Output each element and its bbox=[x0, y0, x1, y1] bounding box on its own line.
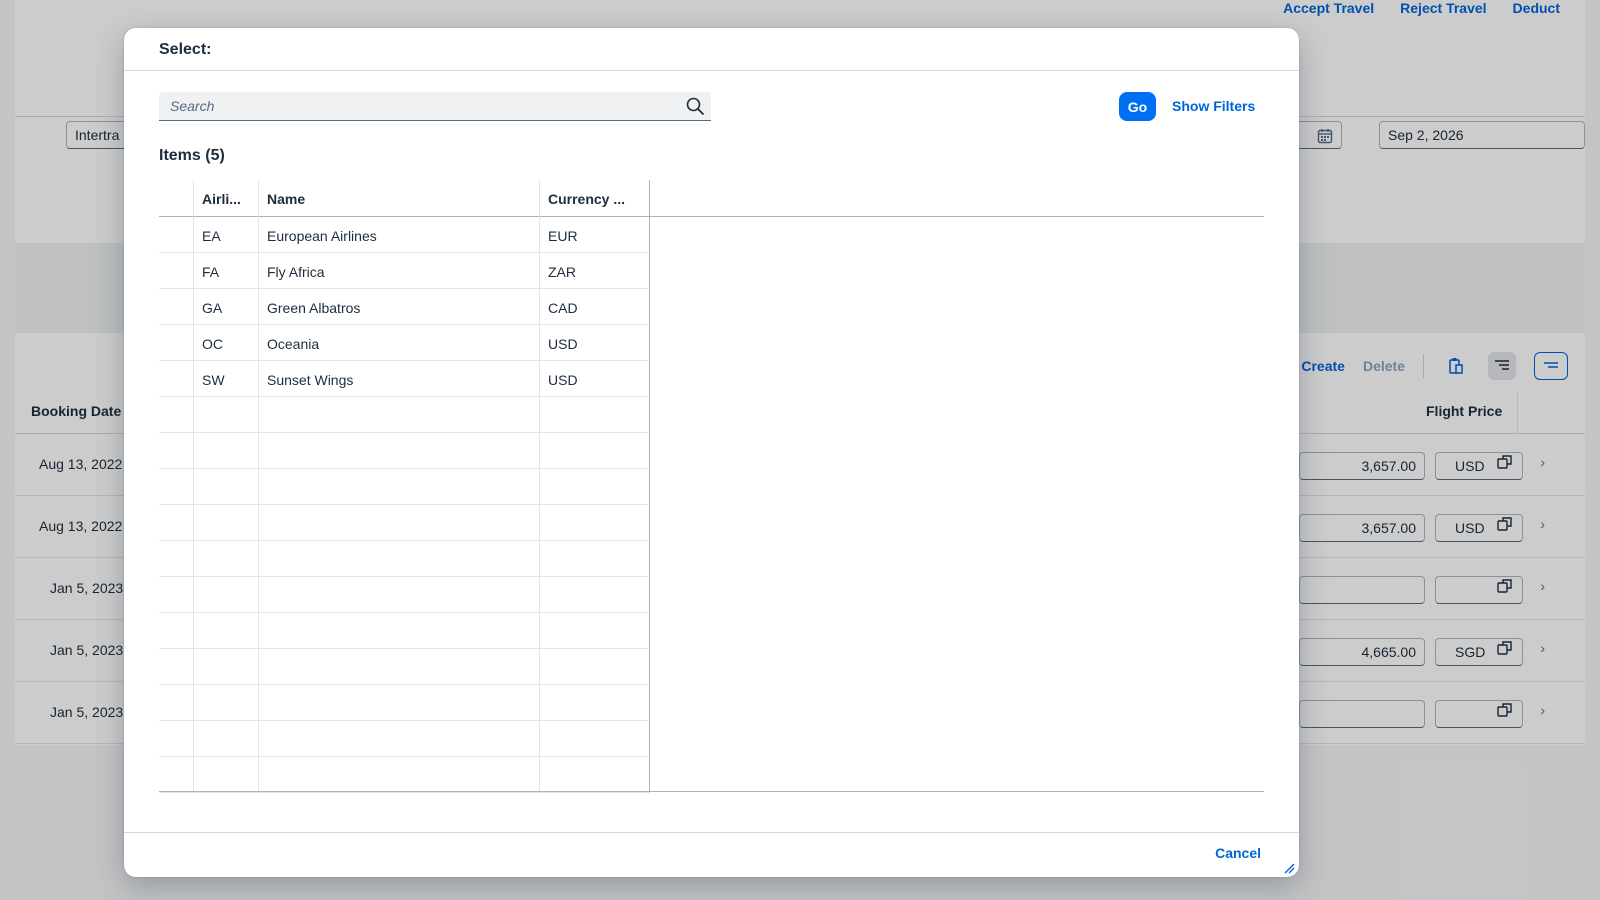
name-cell: Fly Africa bbox=[267, 264, 325, 280]
currency-cell: EUR bbox=[548, 228, 578, 244]
empty-table-row bbox=[159, 505, 650, 541]
show-filters-button[interactable]: Show Filters bbox=[1166, 92, 1261, 121]
empty-table-row bbox=[159, 613, 650, 649]
airline-cell: SW bbox=[202, 372, 225, 388]
column-divider bbox=[258, 180, 259, 791]
resize-handle-icon[interactable] bbox=[1283, 861, 1295, 874]
empty-table-row bbox=[159, 433, 650, 469]
dialog-title: Select: bbox=[159, 41, 212, 58]
currency-cell: USD bbox=[548, 372, 578, 388]
empty-table-row bbox=[159, 757, 650, 793]
empty-table-row bbox=[159, 397, 650, 433]
column-currency[interactable]: Currency ... bbox=[548, 191, 625, 207]
empty-table-row bbox=[159, 577, 650, 613]
airline-cell: EA bbox=[202, 228, 221, 244]
airline-cell: OC bbox=[202, 336, 223, 352]
name-cell: Green Albatros bbox=[267, 300, 361, 316]
airline-cell: FA bbox=[202, 264, 220, 280]
search-input[interactable] bbox=[159, 92, 674, 120]
column-name[interactable]: Name bbox=[267, 191, 305, 207]
cancel-button[interactable]: Cancel bbox=[1215, 845, 1261, 861]
go-button[interactable]: Go bbox=[1119, 92, 1156, 121]
search-field[interactable] bbox=[159, 92, 711, 121]
table-row[interactable]: GA Green Albatros CAD bbox=[159, 289, 650, 325]
items-title: Items (5) bbox=[159, 147, 225, 164]
dialog-header: Select: bbox=[124, 28, 1299, 71]
empty-table-row bbox=[159, 649, 650, 685]
airline-cell: GA bbox=[202, 300, 223, 316]
empty-table-row bbox=[159, 541, 650, 577]
name-cell: European Airlines bbox=[267, 228, 377, 244]
column-airline[interactable]: Airli... bbox=[202, 191, 241, 207]
table-row[interactable]: FA Fly Africa ZAR bbox=[159, 253, 650, 289]
empty-table-row bbox=[159, 469, 650, 505]
name-cell: Sunset Wings bbox=[267, 372, 354, 388]
column-divider bbox=[539, 180, 540, 791]
currency-cell: ZAR bbox=[548, 264, 576, 280]
items-table-header: Airli... Name Currency ... bbox=[159, 180, 1264, 217]
table-row[interactable]: SW Sunset Wings USD bbox=[159, 361, 650, 397]
column-divider bbox=[649, 180, 650, 791]
value-help-dialog: Select: Go Show Filters Items (5) Airli.… bbox=[124, 28, 1299, 877]
table-row[interactable]: EA European Airlines EUR bbox=[159, 217, 650, 253]
empty-table-row bbox=[159, 685, 650, 721]
search-icon[interactable] bbox=[685, 96, 705, 116]
dialog-footer: Cancel bbox=[124, 832, 1299, 877]
currency-cell: CAD bbox=[548, 300, 578, 316]
table-row[interactable]: OC Oceania USD bbox=[159, 325, 650, 361]
empty-table-row bbox=[159, 721, 650, 757]
items-table: Airli... Name Currency ... EA European Ai… bbox=[159, 180, 1264, 793]
column-divider bbox=[193, 180, 194, 791]
currency-cell: USD bbox=[548, 336, 578, 352]
name-cell: Oceania bbox=[267, 336, 320, 352]
